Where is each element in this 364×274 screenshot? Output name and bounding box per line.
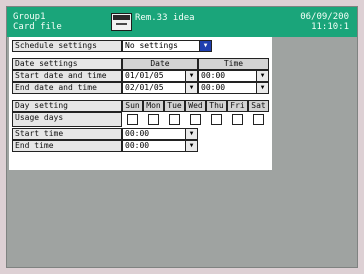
day-start-time-value: 00:00 [125, 129, 150, 138]
start-time-value: 00:00 [201, 71, 226, 80]
chevron-down-icon: ▼ [185, 83, 197, 93]
title-bar: Group1 Card file Rem.33 idea 06/09/200 1… [7, 7, 357, 37]
chevron-down-icon: ▼ [256, 71, 268, 81]
end-time-value: 00:00 [201, 83, 226, 92]
start-time-select[interactable]: 00:00 ▼ [198, 70, 269, 82]
day-header-tue: Tue [164, 100, 185, 112]
usage-day-wed-checkbox[interactable] [190, 114, 201, 125]
date-settings-label: Date settings [12, 58, 122, 70]
time-label: 11:10:1 [311, 22, 349, 32]
day-header-fri: Fri [227, 100, 248, 112]
card-status: Rem.33 idea [135, 13, 195, 23]
start-date-value: 01/01/05 [125, 71, 164, 80]
day-header-wed: Wed [185, 100, 206, 112]
usage-day-tue-checkbox[interactable] [169, 114, 180, 125]
card-status-label: Rem.33 idea [135, 13, 195, 23]
chevron-down-icon: ▼ [185, 71, 197, 81]
date-label: 06/09/200 [300, 12, 349, 22]
usage-day-sun-checkbox[interactable] [127, 114, 138, 125]
group-label: Group1 [13, 12, 46, 22]
end-date-value: 02/01/05 [125, 83, 164, 92]
day-header-thu: Thu [206, 100, 227, 112]
settings-panel: Schedule settings No settings ▼ Date set… [9, 37, 272, 170]
schedule-settings-select[interactable]: No settings ▼ [122, 40, 212, 52]
day-start-time-select[interactable]: 00:00 ▼ [122, 128, 198, 140]
end-time-label: End time [12, 140, 122, 152]
day-header-mon: Mon [143, 100, 164, 112]
time-column-header: Time [198, 58, 269, 70]
file-label: Card file [13, 22, 62, 32]
start-date-time-label: Start date and time [12, 70, 122, 82]
title-left: Group1 Card file [13, 12, 62, 32]
day-header-sat: Sat [248, 100, 269, 112]
usage-day-thu-checkbox[interactable] [211, 114, 222, 125]
chevron-down-icon: ▼ [256, 83, 268, 93]
chevron-down-icon: ▼ [199, 41, 211, 51]
end-date-time-label: End date and time [12, 82, 122, 94]
day-end-time-select[interactable]: 00:00 ▼ [122, 140, 198, 152]
end-date-select[interactable]: 02/01/05 ▼ [122, 82, 198, 94]
usage-day-mon-checkbox[interactable] [148, 114, 159, 125]
day-setting-label: Day setting [12, 100, 122, 112]
clock: 06/09/200 11:10:1 [300, 12, 349, 32]
chevron-down-icon: ▼ [185, 141, 197, 151]
card-file-screen: Group1 Card file Rem.33 idea 06/09/200 1… [6, 6, 358, 268]
usage-day-fri-checkbox[interactable] [232, 114, 243, 125]
schedule-settings-label: Schedule settings [12, 40, 122, 52]
day-end-time-value: 00:00 [125, 141, 150, 150]
date-column-header: Date [122, 58, 198, 70]
start-time-label: Start time [12, 128, 122, 140]
usage-days-label: Usage days [12, 112, 122, 127]
chevron-down-icon: ▼ [185, 129, 197, 139]
schedule-settings-value: No settings [123, 41, 178, 51]
start-date-select[interactable]: 01/01/05 ▼ [122, 70, 198, 82]
end-time-select[interactable]: 00:00 ▼ [198, 82, 269, 94]
day-header-sun: Sun [122, 100, 143, 112]
card-icon [111, 13, 132, 31]
usage-day-sat-checkbox[interactable] [253, 114, 264, 125]
